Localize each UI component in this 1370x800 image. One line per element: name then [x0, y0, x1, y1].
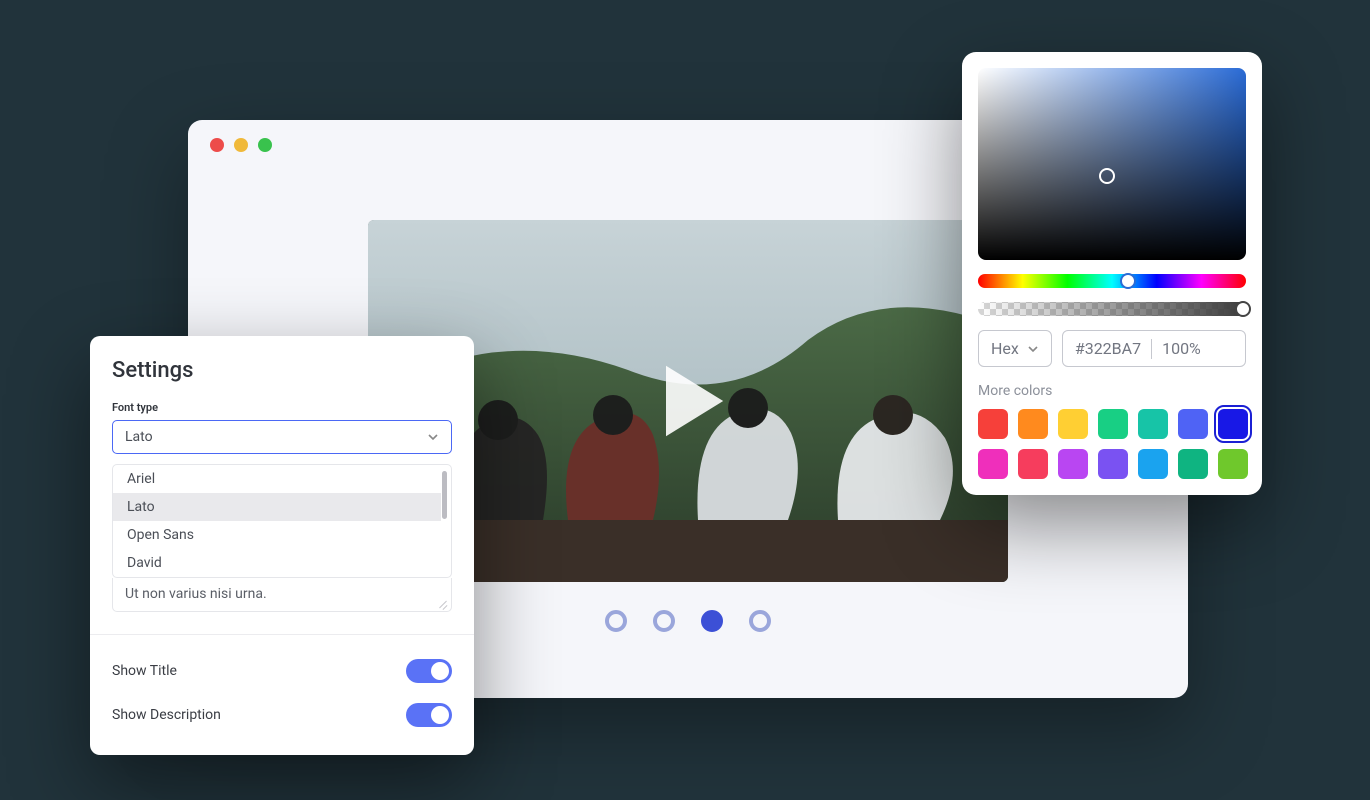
close-window-dot[interactable] [210, 138, 224, 152]
font-type-select[interactable]: Lato [112, 420, 452, 454]
input-separator [1151, 339, 1152, 359]
font-option[interactable]: Lato [113, 493, 441, 521]
description-textarea[interactable]: Ut non varius nisi urna. [112, 578, 452, 612]
color-swatch[interactable] [1138, 409, 1168, 439]
font-option[interactable]: Open Sans [113, 521, 441, 549]
toggle-switch[interactable] [406, 703, 452, 727]
color-swatch[interactable] [1178, 449, 1208, 479]
chevron-down-icon [1027, 343, 1039, 355]
play-button[interactable] [633, 346, 743, 456]
toggle-row: Show Description [112, 693, 452, 737]
toggle-label: Show Title [112, 663, 177, 679]
font-type-dropdown[interactable]: ArielLatoOpen SansDavid [112, 464, 452, 578]
carousel-pagination [605, 610, 771, 632]
font-option[interactable]: David [113, 549, 441, 577]
description-value: Ut non varius nisi urna. [125, 586, 267, 602]
pager-dot-1[interactable] [653, 610, 675, 632]
color-format-label: Hex [991, 339, 1019, 358]
color-swatch[interactable] [1098, 449, 1128, 479]
saturation-value-area[interactable] [978, 68, 1246, 260]
color-format-select[interactable]: Hex [978, 330, 1052, 367]
alpha-thumb[interactable] [1235, 301, 1251, 317]
opacity-value: 100% [1162, 339, 1201, 358]
chevron-down-icon [427, 431, 439, 443]
color-picker-panel: Hex #322BA7 100% More colors [962, 52, 1262, 495]
color-swatch[interactable] [1018, 449, 1048, 479]
color-swatches [978, 409, 1246, 479]
font-type-label: Font type [112, 401, 452, 414]
toggle-label: Show Description [112, 707, 221, 723]
font-type-selected: Lato [125, 429, 153, 445]
hex-value: #322BA7 [1075, 339, 1141, 358]
color-swatch[interactable] [1218, 409, 1248, 439]
settings-title: Settings [112, 358, 452, 383]
toggle-row: Show Title [112, 649, 452, 693]
color-swatch[interactable] [1218, 449, 1248, 479]
play-icon [633, 346, 743, 456]
maximize-window-dot[interactable] [258, 138, 272, 152]
color-swatch[interactable] [1018, 409, 1048, 439]
minimize-window-dot[interactable] [234, 138, 248, 152]
color-swatch[interactable] [978, 449, 1008, 479]
settings-panel: Settings Font type Lato ArielLatoOpen Sa… [90, 336, 474, 755]
pager-dot-0[interactable] [605, 610, 627, 632]
dropdown-scrollbar[interactable] [442, 471, 447, 519]
color-swatch[interactable] [1138, 449, 1168, 479]
hex-input[interactable]: #322BA7 100% [1062, 330, 1246, 367]
toggle-switch[interactable] [406, 659, 452, 683]
pager-dot-3[interactable] [749, 610, 771, 632]
color-swatch[interactable] [1058, 409, 1088, 439]
more-colors-label: More colors [978, 383, 1246, 399]
color-swatch[interactable] [1178, 409, 1208, 439]
divider [90, 634, 474, 635]
hue-slider[interactable] [978, 274, 1246, 288]
window-controls [210, 138, 272, 152]
color-swatch[interactable] [1098, 409, 1128, 439]
sv-cursor[interactable] [1099, 168, 1115, 184]
font-option[interactable]: Ariel [113, 465, 441, 493]
hue-thumb[interactable] [1120, 273, 1136, 289]
color-swatch[interactable] [978, 409, 1008, 439]
alpha-slider[interactable] [978, 302, 1246, 316]
resize-handle-icon[interactable] [437, 597, 449, 609]
pager-dot-2[interactable] [701, 610, 723, 632]
color-swatch[interactable] [1058, 449, 1088, 479]
